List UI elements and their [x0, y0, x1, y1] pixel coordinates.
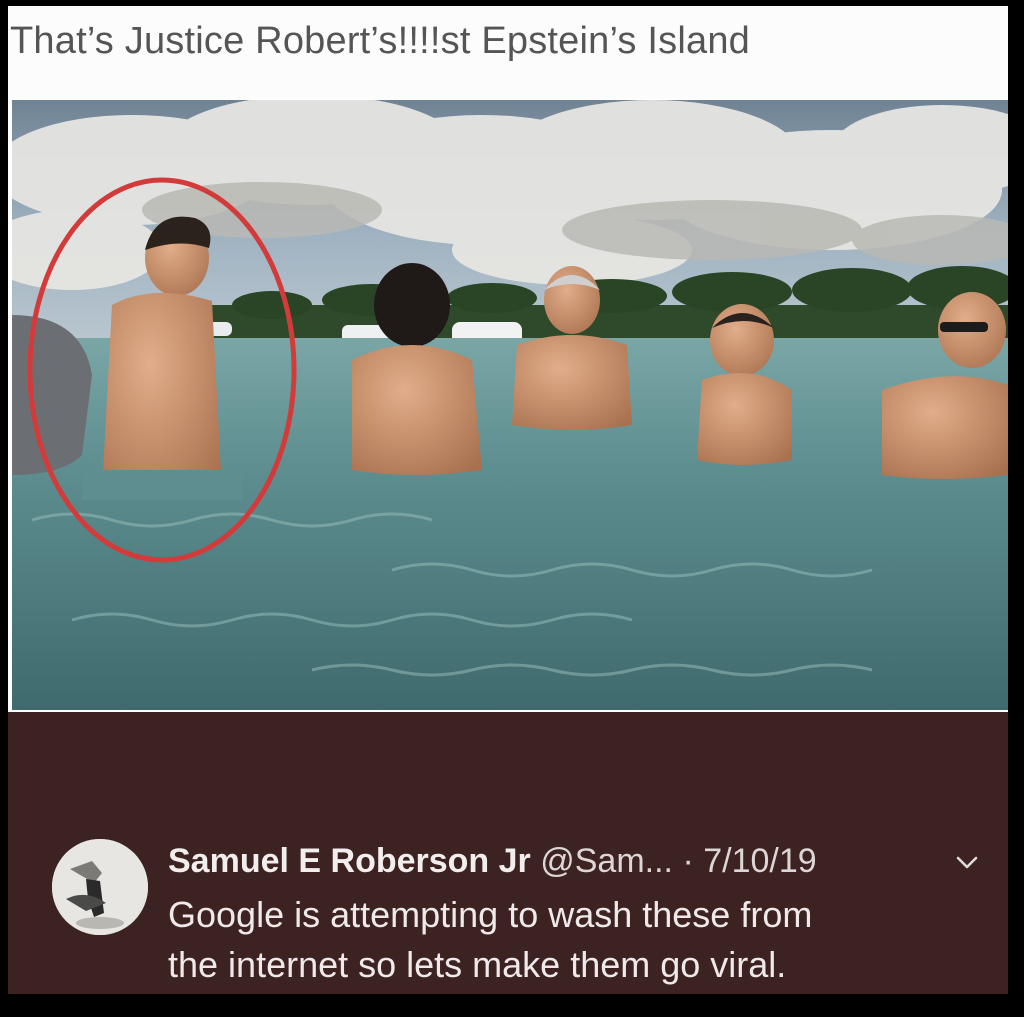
chevron-down-icon[interactable]	[956, 856, 978, 870]
tweet-header: Samuel E Roberson Jr @Sam... · 7/10/19	[168, 842, 817, 882]
tweet-date[interactable]: · 7/10/19	[682, 842, 816, 880]
avatar-image	[52, 839, 148, 935]
screenshot-frame: That’s Justice Robert’s!!!!st Epstein’s …	[8, 6, 1008, 994]
tweet-author-name[interactable]: Samuel E Roberson Jr	[168, 842, 531, 880]
beach-photo	[12, 100, 1008, 710]
tweet-body-line: the internet so lets make them go viral.	[168, 944, 787, 985]
tweet-body-line: Google is attempting to wash these from	[168, 894, 813, 935]
beach-photo-illustration	[12, 100, 1008, 710]
tweet-body: Google is attempting to wash these from …	[168, 890, 968, 990]
tweet-card: Samuel E Roberson Jr @Sam... · 7/10/19 G…	[8, 712, 1008, 994]
avatar[interactable]	[52, 839, 148, 935]
tweet-author-handle[interactable]: @Sam...	[540, 842, 673, 880]
caption-text: That’s Justice Robert’s!!!!st Epstein’s …	[10, 20, 750, 62]
caption-bar: That’s Justice Robert’s!!!!st Epstein’s …	[8, 6, 1008, 98]
